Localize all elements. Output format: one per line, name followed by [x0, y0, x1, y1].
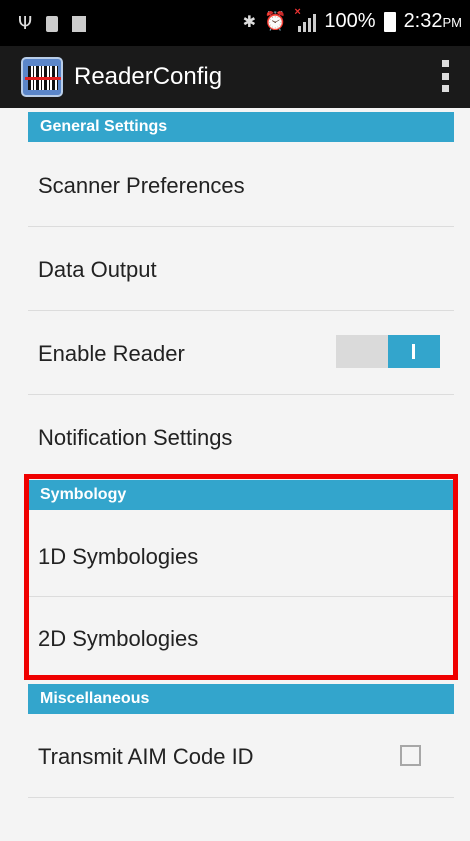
clock-ampm: PM — [442, 15, 463, 30]
divider — [28, 226, 454, 227]
storage-icon — [72, 15, 87, 32]
battery-icon — [383, 11, 396, 32]
notification-settings-item[interactable]: Notification Settings — [38, 425, 232, 451]
transmit-aim-code-id-item[interactable]: Transmit AIM Code ID — [38, 744, 254, 770]
section-header-symbology: Symbology — [28, 480, 454, 510]
divider — [28, 596, 454, 597]
sim-icon — [46, 15, 59, 32]
action-bar: ReaderConfig — [0, 46, 470, 108]
2d-symbologies-item[interactable]: 2D Symbologies — [38, 626, 198, 652]
signal-icon: × — [294, 6, 317, 32]
1d-symbologies-item[interactable]: 1D Symbologies — [38, 544, 198, 570]
divider — [28, 394, 454, 395]
enable-reader-item[interactable]: Enable Reader — [38, 341, 185, 367]
scanner-preferences-item[interactable]: Scanner Preferences — [38, 173, 245, 199]
status-bar: Ψ ✱ ⏰ × 100% 2:32PM — [0, 0, 470, 46]
clock-time: 2:32 — [403, 10, 443, 32]
divider — [28, 310, 454, 311]
data-output-item[interactable]: Data Output — [38, 257, 157, 283]
usb-icon: Ψ — [18, 13, 33, 34]
transmit-aim-checkbox[interactable] — [400, 745, 421, 766]
battery-percent: 100% — [324, 10, 376, 32]
section-header-miscellaneous: Miscellaneous — [28, 684, 454, 714]
alarm-icon: ⏰ — [263, 11, 287, 32]
toggle-knob — [388, 335, 440, 368]
barcode-scanner-icon[interactable] — [21, 57, 63, 97]
section-header-general: General Settings — [28, 112, 454, 142]
divider — [28, 797, 454, 798]
app-title: ReaderConfig — [74, 63, 223, 90]
enable-reader-toggle[interactable] — [336, 335, 440, 368]
bluetooth-icon: ✱ — [242, 12, 256, 31]
overflow-menu-icon[interactable] — [442, 60, 450, 92]
